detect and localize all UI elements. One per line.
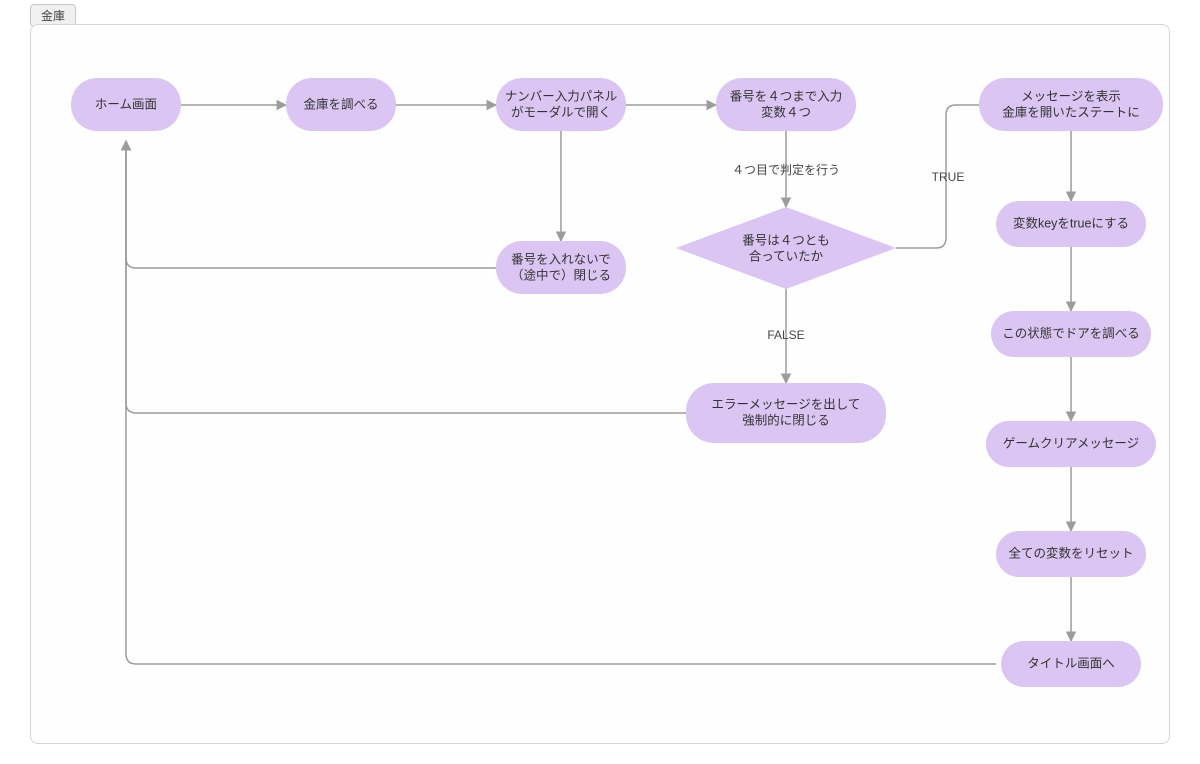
node-home-label: ホーム画面 [95, 97, 157, 111]
node-decision-l2: 合っていたか [749, 248, 824, 263]
node-decision [676, 207, 896, 289]
edge-closeearly-home [126, 141, 496, 268]
diagram-panel: ４つ目で判定を行う FALSE TRUE ホーム画面 金庫を調べる ナンバー入力… [30, 24, 1170, 744]
node-error-l1: エラーメッセージを出して [712, 397, 861, 411]
label-false: FALSE [767, 328, 804, 342]
node-input4-l1: 番号を４つまで入力 [730, 89, 843, 103]
node-close-early-l2: （途中で）閉じる [511, 267, 611, 282]
flowchart-svg: ４つ目で判定を行う FALSE TRUE ホーム画面 金庫を調べる ナンバー入力… [31, 25, 1171, 745]
node-modal-l1: ナンバー入力パネル [505, 89, 618, 103]
node-inspect-label: 金庫を調べる [303, 96, 378, 111]
node-to-title-label: タイトル画面へ [1027, 656, 1115, 670]
node-decision-l1: 番号は４つとも [742, 233, 830, 247]
node-check-door-label: この状態でドアを調べる [1002, 325, 1140, 340]
label-judge-at-4: ４つ目で判定を行う [732, 162, 840, 177]
label-true: TRUE [932, 170, 965, 184]
node-error-l2: 強制的に閉じる [742, 412, 830, 427]
node-msg-open-l2: 金庫を開いたステートに [1002, 104, 1140, 119]
node-reset-vars-label: 全ての変数をリセット [1008, 545, 1133, 560]
node-close-early-l1: 番号を入れないで [511, 252, 611, 266]
node-key-true-label: 変数keyをtrueにする [1013, 215, 1129, 230]
node-input4-l2: 変数４つ [761, 104, 811, 119]
node-clear-msg-label: ゲームクリアメッセージ [1003, 436, 1139, 450]
node-msg-open-l1: メッセージを表示 [1021, 89, 1121, 103]
tab-label: 金庫 [41, 9, 65, 23]
node-modal-l2: がモーダルで開く [511, 104, 611, 119]
